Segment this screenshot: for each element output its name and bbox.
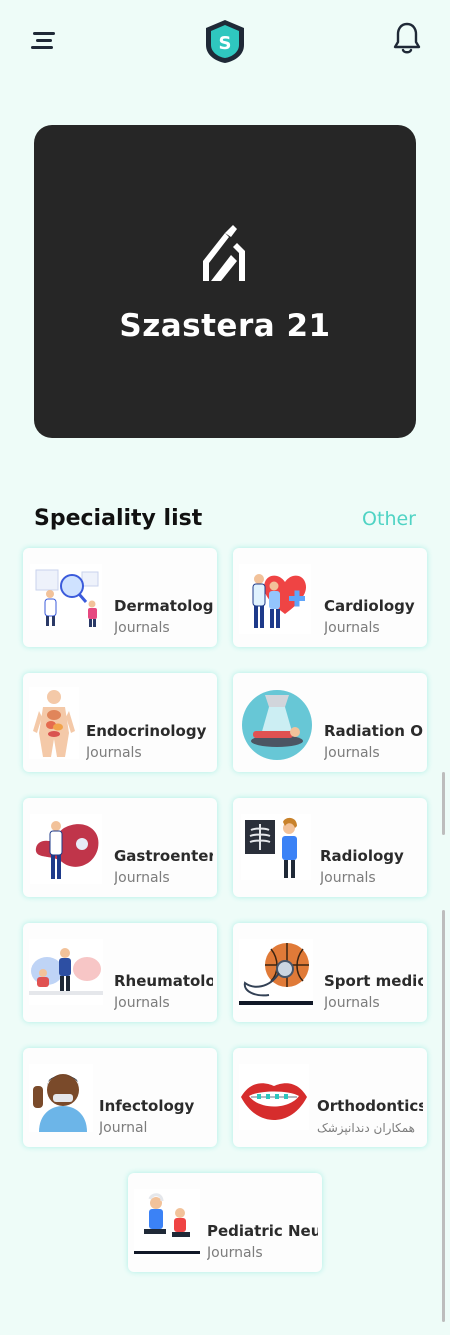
speciality-card-pediatric-neurology[interactable]: Pediatric Neurology Journals [128, 1173, 322, 1272]
speciality-card-title: Radiology [320, 847, 404, 865]
speciality-card-subtitle: Journals [207, 1245, 263, 1261]
speciality-card-title: Orthodontics [317, 1097, 423, 1115]
cardiology-illustration [239, 564, 311, 634]
speciality-card-title: Dermatology [114, 597, 213, 615]
bell-icon[interactable] [392, 21, 422, 55]
speciality-card-title: Gastroenterology [114, 847, 213, 865]
app-logo-icon: S [206, 20, 244, 63]
speciality-card-rheumatology[interactable]: Rheumatology Journals [23, 923, 217, 1022]
speciality-card-subtitle: Journals [114, 995, 170, 1011]
speciality-card-subtitle: همکاران دندانپزشک [317, 1121, 415, 1135]
speciality-card-title: Pediatric Neurology [207, 1222, 318, 1240]
speciality-card-cardiology[interactable]: Cardiology Journals [233, 548, 427, 647]
other-link[interactable]: Other [362, 508, 416, 530]
speciality-card-subtitle: Journals [86, 745, 142, 761]
speciality-card-title: Sport medicine [324, 972, 423, 990]
speciality-card-subtitle: Journals [324, 620, 380, 636]
speciality-card-subtitle: Journals [114, 620, 170, 636]
pediatric-neurology-illustration [134, 1189, 200, 1257]
speciality-card-subtitle: Journal [99, 1120, 148, 1136]
rheumatology-illustration [29, 939, 103, 1005]
speciality-card-subtitle: Journals [324, 995, 380, 1011]
logo-letter: S [219, 33, 232, 54]
speciality-card-subtitle: Journals [324, 745, 380, 761]
orthodontics-illustration [239, 1064, 309, 1130]
radiation-oncology-illustration [242, 690, 312, 760]
banner-title: Szastera 21 [119, 308, 331, 344]
speciality-card-subtitle: Journals [320, 870, 376, 886]
speciality-card-radiology[interactable]: Radiology Journals [233, 798, 427, 897]
speciality-card-orthodontics[interactable]: Orthodontics همکاران دندانپزشک [233, 1048, 427, 1147]
gastroenterology-illustration [30, 814, 102, 884]
speciality-card-title: Endocrinology [86, 722, 207, 740]
infectology-illustration [29, 1064, 93, 1132]
speciality-card-title: Rheumatology [114, 972, 213, 990]
scrollbar-thumb[interactable] [442, 910, 445, 1322]
speciality-card-gastroenterology[interactable]: Gastroenterology Journals [23, 798, 217, 897]
speciality-card-title: Cardiology [324, 597, 415, 615]
radiology-illustration [241, 814, 311, 880]
endocrinology-illustration [29, 687, 79, 759]
featured-banner[interactable]: Szastera 21 [34, 125, 416, 438]
speciality-card-title: Radiation Oncology [324, 722, 423, 740]
speciality-card-sport-medicine[interactable]: Sport medicine Journals [233, 923, 427, 1022]
speciality-list-title: Speciality list [34, 506, 203, 531]
speciality-card-infectology[interactable]: Infectology Journal [23, 1048, 217, 1147]
sport-medicine-illustration [239, 939, 313, 1009]
speciality-card-subtitle: Journals [114, 870, 170, 886]
speciality-card-title: Infectology [99, 1097, 195, 1115]
menu-icon[interactable] [31, 30, 55, 52]
speciality-card-endocrinology[interactable]: Endocrinology Journals [23, 673, 217, 772]
speciality-card-dermatology[interactable]: Dermatology Journals [23, 548, 217, 647]
dermatology-illustration [30, 564, 102, 630]
szastera-logo-icon [203, 225, 245, 281]
scrollbar-track[interactable] [442, 772, 445, 835]
speciality-card-radiation-oncology[interactable]: Radiation Oncology Journals [233, 673, 427, 772]
